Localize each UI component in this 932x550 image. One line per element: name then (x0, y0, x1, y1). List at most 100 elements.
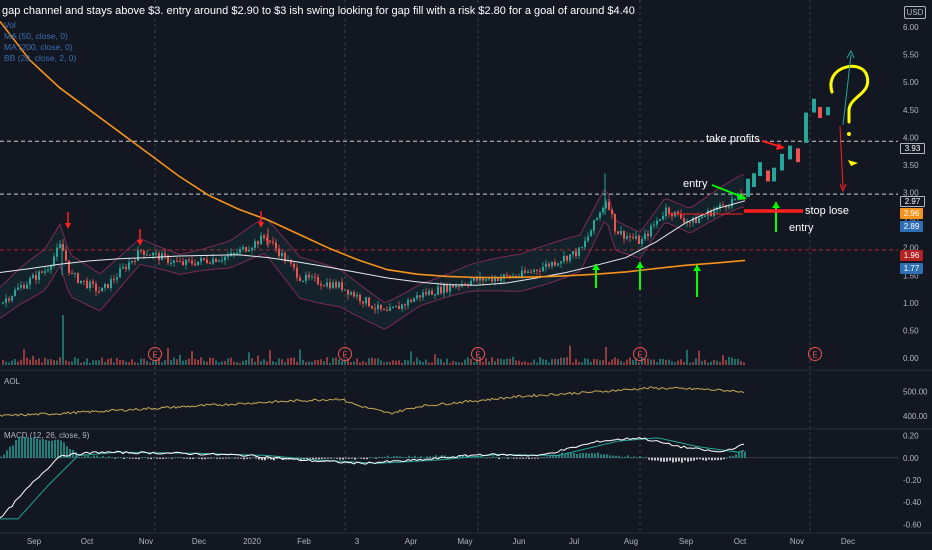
macd-histogram-bar (696, 457, 698, 460)
macd-histogram-bar (546, 456, 548, 458)
volume-bar (362, 361, 364, 365)
candle-body (335, 282, 337, 288)
macd-histogram-bar (624, 456, 626, 458)
volume-bar (305, 362, 307, 365)
volume-bar (416, 357, 418, 365)
projected-candle (746, 178, 750, 197)
volume-bar (272, 360, 274, 365)
volume-bar (572, 362, 574, 365)
candle-body (629, 236, 631, 238)
candle-body (569, 254, 571, 261)
candle-body (500, 278, 502, 281)
macd-histogram-bar (249, 457, 251, 459)
volume-bar (224, 361, 226, 365)
volume-bar (98, 360, 100, 365)
x-tick-label: Oct (81, 537, 94, 546)
volume-bar (452, 361, 454, 365)
macd-histogram-bar (603, 454, 605, 458)
y-tick-label: 5.00 (903, 78, 919, 87)
candle-body (542, 267, 544, 272)
macd-histogram-bar (33, 437, 35, 458)
volume-bar (398, 360, 400, 365)
volume-bar (59, 357, 61, 365)
volume-bar (23, 349, 25, 365)
volume-bar (326, 357, 328, 365)
candle-body (71, 272, 73, 274)
candle-body (377, 304, 379, 310)
candle-body (74, 273, 76, 275)
candle-body (383, 309, 385, 311)
macd-histogram-bar (690, 457, 692, 461)
macd-histogram-bar (573, 453, 575, 458)
macd-histogram-bar (327, 457, 329, 459)
volume-bar (419, 360, 421, 365)
macd-histogram-bar (621, 456, 623, 458)
legend-bb[interactable]: BB (20, close, 2, 0) (4, 53, 76, 63)
volume-bar (74, 357, 76, 365)
macd-histogram-bar (483, 457, 485, 459)
macd-histogram-bar (231, 457, 233, 459)
macd-histogram-bar (45, 440, 47, 458)
macd-histogram-bar (408, 455, 410, 458)
volume-bar (314, 360, 316, 365)
macd-histogram-bar (60, 440, 62, 458)
candle-body (341, 282, 343, 290)
candle-body (344, 289, 346, 291)
volume-bar (704, 359, 706, 365)
volume-bar (53, 360, 55, 365)
volume-bar (341, 360, 343, 365)
volume-bar (422, 361, 424, 365)
legend-ma200[interactable]: MA (200, close, 0) (4, 42, 73, 52)
candle-body (197, 261, 199, 266)
candle-body (635, 236, 637, 239)
macd-histogram-bar (387, 455, 389, 458)
volume-bar (251, 358, 253, 365)
candle-body (86, 280, 88, 289)
candle-body (443, 284, 445, 294)
price-tag-393: 3.93 (900, 143, 925, 154)
macd-histogram-bar (18, 437, 20, 458)
volume-bar (614, 357, 616, 365)
macd-y-tick-label: -0.60 (903, 520, 922, 529)
macd-histogram-bar (636, 457, 638, 458)
volume-bar (638, 362, 640, 365)
volume-bar (125, 361, 127, 365)
currency-badge[interactable]: USD (904, 6, 926, 19)
volume-bar (656, 362, 658, 365)
legend-vol[interactable]: Vol (4, 20, 16, 30)
macd-histogram-bar (420, 456, 422, 458)
volume-bar (41, 362, 43, 365)
macd-line (0, 437, 745, 519)
candle-body (551, 262, 553, 267)
candle-body (470, 280, 472, 285)
green-arrow-head (772, 202, 780, 208)
macd-histogram-bar (93, 455, 95, 458)
volume-bar (581, 362, 583, 365)
volume-bar (266, 361, 268, 365)
volume-bar (446, 358, 448, 365)
candle-body (53, 256, 55, 266)
volume-bar (209, 357, 211, 365)
volume-bar (458, 362, 460, 365)
macd-histogram-bar (240, 457, 242, 459)
question-mark-dot (847, 132, 851, 136)
candle-body (617, 231, 619, 235)
volume-bar (263, 359, 265, 365)
candle-body (689, 222, 691, 224)
macd-histogram-bar (210, 457, 212, 459)
candle-body (449, 285, 451, 292)
candle-body (125, 266, 127, 270)
volume-bar (260, 361, 262, 365)
volume-bar (212, 358, 214, 365)
macd-histogram-bar (171, 457, 173, 459)
volume-bar (68, 361, 70, 365)
candle-body (323, 285, 325, 287)
chart-canvas[interactable]: 6.005.505.004.504.003.503.002.502.001.50… (0, 0, 932, 550)
volume-bar (584, 358, 586, 365)
legend-ma50[interactable]: MA (50, close, 0) (4, 31, 68, 41)
candle-body (110, 279, 112, 289)
candle-body (128, 262, 130, 270)
volume-bar (242, 360, 244, 365)
price-tag-297: 2.97 (900, 196, 925, 207)
candle-body (326, 282, 328, 287)
